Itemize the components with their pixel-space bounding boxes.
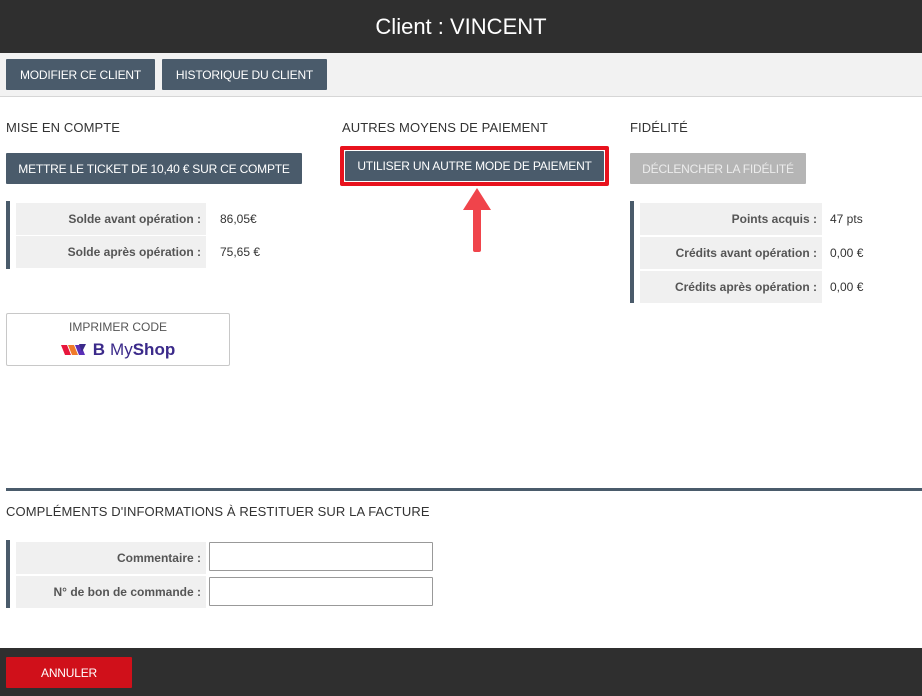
myshop-logo: B My Shop [7,339,229,361]
use-other-payment-button[interactable]: Utiliser un autre mode de paiement [345,151,604,181]
edit-client-button[interactable]: Modifier ce client [6,59,155,90]
page-title: Client : VINCENT [375,13,547,39]
account-section-title: Mise en compte [6,120,121,135]
toolbar: Modifier ce client Historique du client [0,53,922,97]
footer-bar: Annuler [0,648,922,696]
cancel-button[interactable]: Annuler [6,657,132,688]
myshop-brand-my: My [110,340,133,359]
comment-input[interactable] [209,542,433,571]
credits-before-value: 0,00 € [830,246,864,260]
order-number-label: N° de bon de commande : [16,576,206,608]
section-divider [6,488,922,491]
credits-after-label: Crédits après opération : [640,271,822,303]
myshop-brand-shop: Shop [132,340,176,359]
print-code-label: Imprimer code [68,320,167,334]
points-value: 47 pts [830,212,863,226]
balance-after-value: 75,65 € [220,245,261,259]
balance-before-label: Solde avant opération : [16,203,206,235]
myshop-brand-b: B [92,340,106,359]
trigger-loyalty-button[interactable]: Déclencher la fidélité [630,153,806,184]
invoice-info-section-title: Compléments d'informations à restituer s… [6,504,430,519]
credits-after-value: 0,00 € [830,280,864,294]
credits-before-row: Crédits avant opération : 0,00 € [634,237,910,269]
points-label: Points acquis : [640,203,822,235]
put-ticket-on-account-button[interactable]: Mettre le ticket de 10,40 € sur ce compt… [6,153,302,184]
client-history-button[interactable]: Historique du client [162,59,327,90]
comment-label: Commentaire : [16,542,206,574]
loyalty-panel: Points acquis : 47 pts Crédits avant opé… [630,201,910,303]
account-balance-panel: Solde avant opération : 86,05€ Solde apr… [6,201,306,269]
other-payment-section-title: Autres moyens de paiement [342,120,548,135]
balance-after-label: Solde après opération : [16,236,206,268]
title-bar: Client : VINCENT [0,0,922,53]
credits-after-row: Crédits après opération : 0,00 € [634,271,910,303]
balance-before-value: 86,05€ [220,212,257,226]
points-row: Points acquis : 47 pts [634,203,910,235]
arrow-up-icon [463,188,491,252]
balance-before-row: Solde avant opération : 86,05€ [10,203,300,235]
print-code-button[interactable]: Imprimer code B My Shop [6,313,230,366]
order-number-input[interactable] [209,577,433,606]
loyalty-section-title: Fidélité [630,120,688,135]
balance-after-row: Solde après opération : 75,65 € [10,236,300,268]
myshop-logo-icon [60,344,86,355]
credits-before-label: Crédits avant opération : [640,237,822,269]
